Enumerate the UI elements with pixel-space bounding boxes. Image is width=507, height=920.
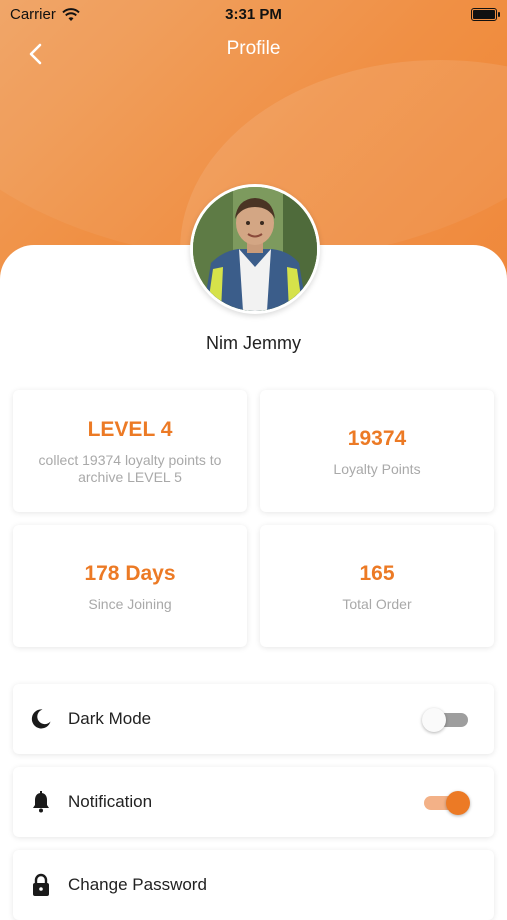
lock-icon [33, 873, 49, 896]
stat-value: 165 [359, 562, 395, 585]
bell-icon [33, 791, 49, 813]
stat-value: LEVEL 4 [87, 418, 173, 441]
moon-icon [31, 709, 51, 729]
setting-label: Notification [68, 792, 153, 811]
stat-card-total-order[interactable]: 165 Total Order [260, 525, 494, 647]
avatar-photo [193, 187, 317, 311]
stat-label: Loyalty Points [333, 461, 421, 477]
stat-label: collect 19374 loyalty points to archive … [38, 452, 222, 485]
stat-value: 19374 [347, 427, 407, 450]
stat-card-level[interactable]: LEVEL 4 collect 19374 loyalty points to … [13, 390, 247, 512]
stat-label: Since Joining [88, 596, 172, 612]
setting-notification[interactable]: Notification [13, 767, 494, 837]
stat-value: 178 Days [84, 562, 176, 585]
page-title: Profile [226, 38, 281, 59]
dark-mode-toggle[interactable] [422, 708, 468, 732]
toggle-knob [446, 791, 470, 815]
profile-name: Nim Jemmy [206, 333, 301, 353]
stat-card-loyalty-points[interactable]: 19374 Loyalty Points [260, 390, 494, 512]
notification-toggle[interactable] [424, 791, 470, 815]
setting-label: Dark Mode [68, 709, 152, 728]
setting-label: Change Password [68, 875, 207, 894]
battery-icon [471, 8, 500, 21]
setting-change-password[interactable]: Change Password [13, 850, 494, 920]
status-time: 3:31 PM [225, 6, 282, 23]
setting-dark-mode[interactable]: Dark Mode [13, 684, 494, 754]
stat-label: Total Order [342, 596, 412, 612]
avatar[interactable] [190, 184, 320, 314]
toggle-knob [422, 708, 446, 732]
status-bar: Carrier 3:31 PM [0, 0, 507, 30]
stat-card-since-joining[interactable]: 178 Days Since Joining [13, 525, 247, 647]
